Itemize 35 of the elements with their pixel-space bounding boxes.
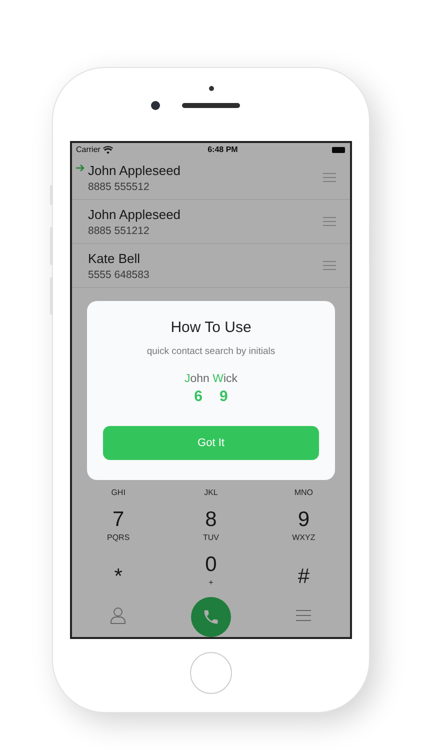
camera-icon	[151, 101, 160, 110]
contact-number: 8885 551212	[88, 224, 150, 236]
home-button[interactable]	[190, 652, 232, 694]
example-digit: 9	[220, 388, 228, 405]
keypad-key[interactable]: 7 PQRS	[72, 503, 165, 548]
dialog-title: How To Use	[170, 319, 252, 336]
wifi-icon	[103, 146, 114, 154]
sensor-icon	[209, 86, 214, 91]
carrier-label: Carrier	[76, 145, 100, 154]
speaker-icon	[182, 103, 240, 108]
call-button[interactable]	[190, 597, 231, 637]
contact-row[interactable]: John Appleseed 8885 551212	[72, 200, 350, 244]
example-name: John Wick	[184, 373, 238, 385]
keypad-key[interactable]: *	[72, 548, 165, 593]
keypad-key[interactable]: 0 +	[164, 548, 258, 593]
dialog-subtitle: quick contact search by initials	[146, 346, 276, 357]
keypad-key[interactable]: #	[257, 548, 350, 593]
phone-icon	[202, 608, 220, 626]
menu-icon[interactable]	[296, 610, 312, 620]
contact-row[interactable]: John Appleseed 8885 555512	[72, 156, 350, 200]
example-digit: 6	[194, 388, 202, 405]
menu-icon[interactable]	[323, 173, 336, 182]
clock-time: 6:48 PM	[208, 145, 238, 154]
contact-number: 5555 648583	[88, 268, 150, 280]
menu-icon[interactable]	[323, 217, 336, 226]
contact-row[interactable]: Kate Bell 5555 648583	[72, 244, 350, 288]
contact-name: John Appleseed	[88, 206, 182, 222]
keypad-key[interactable]: 9 WXYZ	[257, 503, 350, 548]
contact-name: Kate Bell	[88, 250, 142, 266]
keypad-key[interactable]: 8 TUV	[164, 503, 258, 548]
contact-name: John Appleseed	[88, 162, 182, 178]
menu-icon[interactable]	[323, 261, 336, 270]
person-icon[interactable]	[110, 606, 126, 624]
battery-icon	[332, 146, 346, 152]
contact-number: 8885 555512	[88, 180, 150, 192]
